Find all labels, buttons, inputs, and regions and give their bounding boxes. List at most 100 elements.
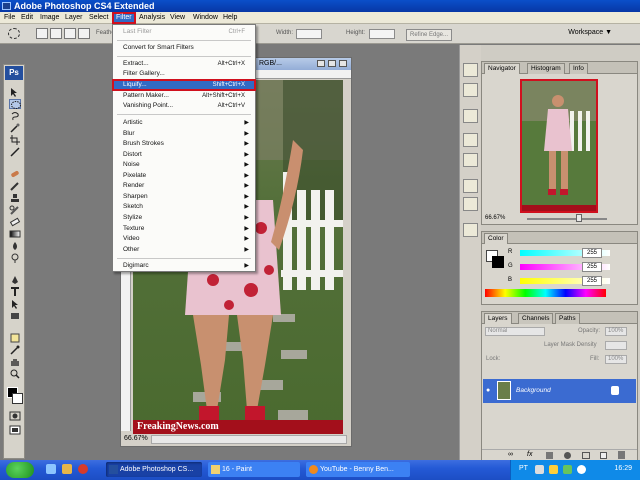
- lasso-tool-icon[interactable]: [9, 111, 21, 121]
- clone-source-icon[interactable]: [463, 133, 478, 147]
- menu-file[interactable]: File: [2, 12, 17, 24]
- mask-density-field[interactable]: [605, 341, 627, 350]
- menu-item-filter-gallery[interactable]: Filter Gallery...: [113, 69, 255, 79]
- layer-row-background[interactable]: ● Background: [483, 379, 636, 403]
- menu-item-liquify[interactable]: Liquify... Shift+Ctrl+X: [112, 79, 256, 91]
- notes-panel-icon[interactable]: [463, 223, 478, 237]
- task-photoshop[interactable]: Adobe Photoshop CS...: [106, 462, 202, 477]
- tab-info[interactable]: Info: [569, 63, 588, 74]
- menu-item-video[interactable]: Video ▶: [113, 234, 255, 244]
- add-mask-icon[interactable]: [546, 452, 553, 459]
- eraser-tool-icon[interactable]: [9, 217, 21, 227]
- tray-icon[interactable]: [535, 465, 544, 474]
- menu-image[interactable]: Image: [38, 12, 61, 24]
- fill-field[interactable]: 100%: [605, 355, 627, 364]
- horizontal-scrollbar[interactable]: [151, 435, 347, 444]
- menu-item-pattern-maker[interactable]: Pattern Maker... Alt+Shift+Ctrl+X: [113, 91, 255, 101]
- color-bg-swatch[interactable]: [492, 256, 504, 268]
- eyedropper-tool-icon[interactable]: [9, 147, 21, 157]
- tab-color[interactable]: Color: [484, 233, 508, 244]
- menu-item-pixelate[interactable]: Pixelate ▶: [113, 171, 255, 181]
- new-group-icon[interactable]: [582, 452, 590, 459]
- move-tool-icon[interactable]: [9, 87, 21, 97]
- menu-item-texture[interactable]: Texture ▶: [113, 224, 255, 234]
- zoom-tool-icon[interactable]: [9, 369, 21, 379]
- height-field[interactable]: [369, 29, 395, 39]
- workspace-menu[interactable]: Workspace ▼: [568, 29, 612, 36]
- menu-analysis[interactable]: Analysis: [137, 12, 167, 24]
- refine-edge-button[interactable]: Refine Edge...: [406, 29, 453, 41]
- close-button[interactable]: [339, 60, 347, 67]
- background-color-swatch[interactable]: [12, 393, 23, 404]
- task-paint[interactable]: 16 - Paint: [208, 462, 300, 477]
- tab-histogram[interactable]: Histogram: [527, 63, 565, 74]
- marquee-tool-icon[interactable]: [9, 99, 21, 109]
- r-value[interactable]: 255: [582, 248, 602, 258]
- maximize-button[interactable]: [328, 60, 336, 67]
- brushes-panel-icon[interactable]: [463, 153, 478, 167]
- menu-item-stylize[interactable]: Stylize ▶: [113, 213, 255, 223]
- elliptical-marquee-icon[interactable]: [8, 28, 20, 39]
- document-zoom[interactable]: 66.67%: [124, 435, 148, 442]
- zoom-slider-thumb[interactable]: [576, 214, 582, 222]
- shape-tool-icon[interactable]: [9, 311, 21, 321]
- tab-channels[interactable]: Channels: [518, 313, 554, 324]
- menu-layer[interactable]: Layer: [63, 12, 85, 24]
- adjustment-layer-icon[interactable]: [564, 452, 571, 459]
- menu-item-blur[interactable]: Blur ▶: [113, 129, 255, 139]
- eyedropper-sample-icon[interactable]: [9, 345, 21, 355]
- screen-mode-icon[interactable]: [9, 425, 21, 435]
- healing-brush-tool-icon[interactable]: [9, 169, 21, 179]
- menu-item-sharpen[interactable]: Sharpen ▶: [113, 192, 255, 202]
- tray-icon[interactable]: [563, 465, 572, 474]
- menu-select[interactable]: Select: [87, 12, 110, 24]
- menu-item-noise[interactable]: Noise ▶: [113, 160, 255, 170]
- navigator-zoom[interactable]: 66.67%: [485, 215, 505, 221]
- layer-style-icon[interactable]: fx: [527, 451, 532, 458]
- quick-selection-tool-icon[interactable]: [9, 123, 21, 133]
- history-panel-icon[interactable]: [463, 63, 478, 77]
- menu-item-render[interactable]: Render ▶: [113, 181, 255, 191]
- path-selection-tool-icon[interactable]: [9, 299, 21, 309]
- menu-view[interactable]: View: [168, 12, 187, 24]
- quicklaunch-icon[interactable]: [78, 464, 88, 474]
- add-selection-icon[interactable]: [50, 28, 62, 39]
- tab-navigator[interactable]: Navigator: [484, 63, 520, 74]
- type-tool-icon[interactable]: [9, 287, 21, 297]
- start-button[interactable]: [6, 462, 34, 478]
- new-selection-icon[interactable]: [36, 28, 48, 39]
- intersect-selection-icon[interactable]: [78, 28, 90, 39]
- tab-paths[interactable]: Paths: [555, 313, 580, 324]
- quicklaunch-icon[interactable]: [62, 464, 72, 474]
- menu-item-artistic[interactable]: Artistic ▶: [113, 118, 255, 128]
- eye-icon[interactable]: ●: [486, 387, 490, 394]
- g-value[interactable]: 255: [582, 262, 602, 272]
- blend-mode-select[interactable]: Normal: [485, 327, 545, 336]
- link-layers-icon[interactable]: ∞: [508, 451, 513, 458]
- brush-tool-icon[interactable]: [9, 181, 21, 191]
- menu-filter[interactable]: Filter: [112, 12, 136, 24]
- notes-tool-icon[interactable]: [9, 333, 21, 343]
- layer-name[interactable]: Background: [516, 387, 551, 394]
- color-spectrum[interactable]: [485, 289, 606, 297]
- menu-window[interactable]: Window: [191, 12, 220, 24]
- b-value[interactable]: 255: [582, 276, 602, 286]
- dodge-tool-icon[interactable]: [9, 253, 21, 263]
- menu-item-sketch[interactable]: Sketch ▶: [113, 202, 255, 212]
- clone-stamp-tool-icon[interactable]: [9, 193, 21, 203]
- tool-presets-icon[interactable]: [463, 109, 478, 123]
- trash-icon[interactable]: [618, 451, 625, 459]
- navigator-preview[interactable]: [520, 79, 598, 213]
- new-layer-icon[interactable]: [600, 452, 607, 459]
- paragraph-panel-icon[interactable]: [463, 197, 478, 211]
- opacity-field[interactable]: 100%: [605, 327, 627, 336]
- tray-icon[interactable]: [549, 465, 558, 474]
- task-youtube[interactable]: YouTube - Benny Ben...: [306, 462, 410, 477]
- menu-item-convert-smart-filters[interactable]: Convert for Smart Filters: [113, 43, 255, 53]
- gradient-tool-icon[interactable]: [9, 229, 21, 239]
- character-panel-icon[interactable]: [463, 179, 478, 193]
- menu-item-brush-strokes[interactable]: Brush Strokes ▶: [113, 139, 255, 149]
- width-field[interactable]: [296, 29, 322, 39]
- menu-item-distort[interactable]: Distort ▶: [113, 150, 255, 160]
- hand-tool-icon[interactable]: [9, 357, 21, 367]
